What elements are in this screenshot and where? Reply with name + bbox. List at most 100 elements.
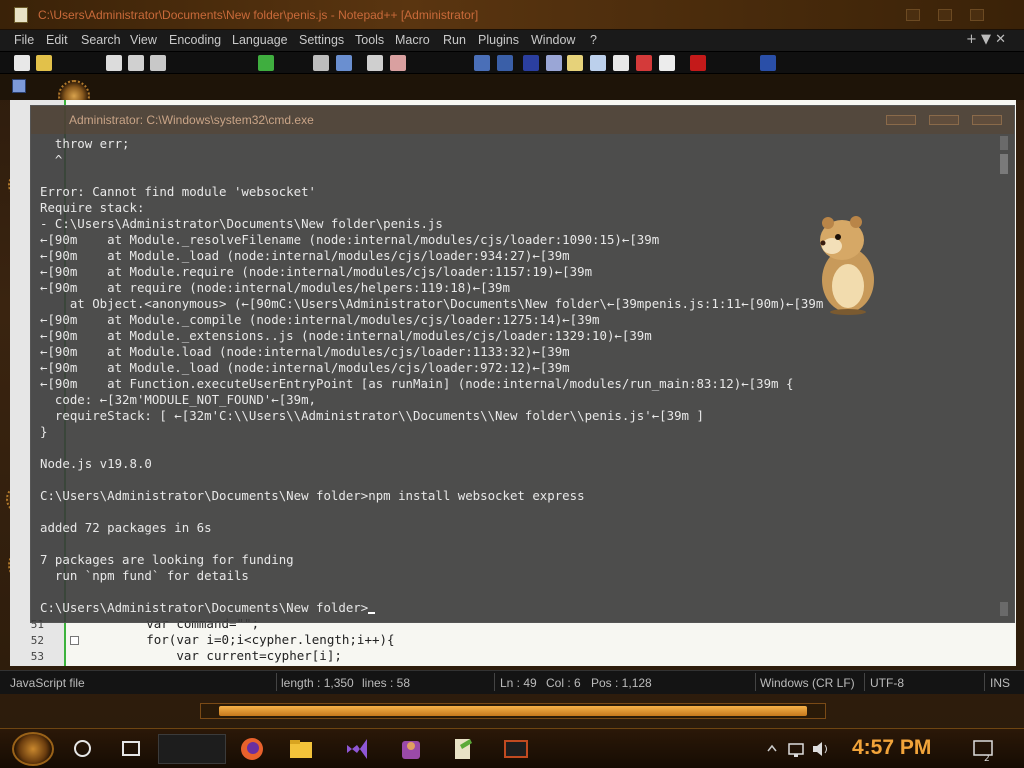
line-number: 53	[30, 650, 44, 663]
console-line: requireStack: [ ←[32m'C:\\Users\\Adminis…	[40, 408, 704, 423]
npp-titlebar: C:\Users\Administrator\Documents\New fol…	[0, 0, 1024, 30]
record-macro-icon[interactable]	[690, 55, 706, 71]
taskbar: 4:57 PM 2	[0, 728, 1024, 768]
minimize-button[interactable]	[906, 9, 920, 21]
open-file-icon[interactable]	[36, 55, 52, 71]
replace-icon[interactable]	[336, 55, 352, 71]
folder-workspace-icon[interactable]	[613, 55, 629, 71]
console-line: throw err;	[40, 136, 130, 151]
doc-map-icon[interactable]	[567, 55, 583, 71]
console-line: ^	[40, 152, 63, 167]
indent-guide-icon[interactable]	[523, 55, 539, 71]
network-icon[interactable]	[785, 735, 807, 763]
menu-run[interactable]: Run	[443, 33, 466, 47]
eye-icon[interactable]	[659, 55, 675, 71]
status-bar: JavaScript file length : 1,350 lines : 5…	[0, 670, 1024, 694]
cmd-window[interactable]: Administrator: C:\Windows\system32\cmd.e…	[30, 105, 1015, 623]
find-icon[interactable]	[313, 55, 329, 71]
console-line: ←[90m at Function.executeUserEntryPoint …	[40, 376, 794, 391]
tray-overflow-icon[interactable]	[765, 735, 779, 763]
status-line: Ln : 49	[500, 676, 537, 690]
print-icon[interactable]	[150, 55, 166, 71]
cmd-scrollbar[interactable]	[1000, 136, 1008, 616]
search-icon[interactable]	[74, 740, 91, 757]
file-explorer-icon[interactable]	[285, 735, 317, 763]
start-button[interactable]	[12, 732, 54, 766]
scroll-up-icon[interactable]	[1000, 136, 1008, 150]
firefox-icon[interactable]	[236, 735, 268, 763]
console-line: }	[40, 424, 48, 439]
save-icon[interactable]	[106, 55, 122, 71]
status-divider	[984, 673, 985, 691]
tab-bar	[0, 74, 1024, 100]
menu-tools[interactable]: Tools	[355, 33, 384, 47]
scrollbar-thumb[interactable]	[219, 706, 807, 716]
console-line: ←[90m at Module.load (node:internal/modu…	[40, 344, 570, 359]
menu-encoding[interactable]: Encoding	[169, 33, 221, 47]
status-insert-mode: INS	[990, 676, 1011, 690]
cmd-maximize-button[interactable]	[929, 115, 959, 125]
redo-icon[interactable]	[258, 55, 274, 71]
console-line: 7 packages are looking for funding	[40, 552, 294, 567]
language-icon[interactable]	[546, 55, 562, 71]
hamster-mascot-icon[interactable]	[814, 210, 882, 315]
console-line: C:\Users\Administrator\Documents\New fol…	[40, 488, 585, 503]
visual-studio-icon[interactable]	[341, 735, 373, 763]
volume-icon[interactable]	[810, 735, 832, 763]
console-output[interactable]: throw err; ^ Error: Cannot find module 'w…	[40, 136, 995, 620]
console-line: Error: Cannot find module 'websocket'	[40, 184, 317, 199]
menu-bar: File Edit Search View Encoding Language …	[0, 30, 1024, 52]
status-column: Col : 6	[546, 676, 581, 690]
monitoring-icon[interactable]	[636, 55, 652, 71]
save-all-icon[interactable]	[128, 55, 144, 71]
zoom-in-icon[interactable]	[367, 55, 383, 71]
menu-macro[interactable]: Macro	[395, 33, 430, 47]
maximize-button[interactable]	[938, 9, 952, 21]
file-tab-icon[interactable]	[12, 79, 26, 93]
menu-settings[interactable]: Settings	[299, 33, 344, 47]
svg-text:2: 2	[984, 754, 990, 763]
menu-view[interactable]: View	[130, 33, 157, 47]
menu-file[interactable]: File	[14, 33, 34, 47]
console-line: code: ←[32m'MODULE_NOT_FOUND'←[39m,	[40, 392, 317, 407]
menu-edit[interactable]: Edit	[46, 33, 68, 47]
cmd-taskbar-icon[interactable]	[500, 735, 532, 763]
cmd-close-button[interactable]	[972, 115, 1002, 125]
menu-extra-controls[interactable]: + ▼ ✕	[966, 32, 1006, 47]
menu-search[interactable]: Search	[81, 33, 121, 47]
status-divider	[494, 673, 495, 691]
menu-language[interactable]: Language	[232, 33, 288, 47]
menu-plugins[interactable]: Plugins	[478, 33, 519, 47]
scroll-down-icon[interactable]	[1000, 602, 1008, 616]
scrollbar-thumb[interactable]	[1000, 154, 1008, 174]
zoom-out-icon[interactable]	[390, 55, 406, 71]
app-icon[interactable]	[395, 735, 427, 763]
window-title: C:\Users\Administrator\Documents\New fol…	[38, 8, 479, 22]
sync-scroll-icon[interactable]	[474, 55, 490, 71]
clock-time[interactable]: 4:57 PM	[852, 736, 931, 760]
taskbar-search-box[interactable]	[158, 734, 226, 764]
code-line: for(var i=0;i<cypher.length;i++){	[146, 632, 395, 647]
status-lines: lines : 58	[362, 676, 411, 690]
task-view-icon[interactable]	[122, 741, 140, 756]
notepad-plus-plus-icon[interactable]	[446, 735, 478, 763]
run-macro-icon[interactable]	[760, 55, 776, 71]
fold-toggle-icon[interactable]	[70, 636, 79, 645]
word-wrap-icon[interactable]	[497, 55, 513, 71]
status-divider	[864, 673, 865, 691]
status-divider	[276, 673, 277, 691]
menu-help[interactable]: ?	[590, 33, 597, 47]
notepad-app-icon	[14, 7, 28, 23]
close-button[interactable]	[970, 9, 984, 21]
notifications-icon[interactable]: 2	[970, 735, 996, 764]
menu-window[interactable]: Window	[531, 33, 575, 47]
cmd-minimize-button[interactable]	[886, 115, 916, 125]
new-file-icon[interactable]	[14, 55, 30, 71]
status-length: length : 1,350	[281, 676, 354, 690]
code-line: var current=cypher[i];	[176, 648, 342, 663]
status-encoding: UTF-8	[870, 676, 904, 690]
function-list-icon[interactable]	[590, 55, 606, 71]
horizontal-scrollbar[interactable]	[200, 703, 826, 719]
